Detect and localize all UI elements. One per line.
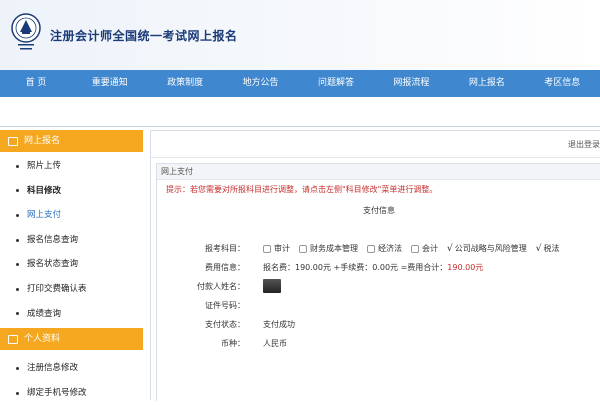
profile-card-icon — [8, 334, 18, 344]
sidebar-item-label: 成绩查询 — [27, 308, 62, 319]
nav-item-faq[interactable]: 问题解答 — [298, 70, 373, 97]
sidebar-header-label: 网上报名 — [24, 136, 61, 146]
nav-item-process[interactable]: 网报流程 — [374, 70, 449, 97]
sidebar-item-label: 网上支付 — [27, 210, 62, 221]
nav-item-notices[interactable]: 重要通知 — [72, 70, 147, 97]
checkmark-icon: √ — [535, 243, 542, 254]
subject-checkbox[interactable]: 经济法 — [367, 243, 402, 254]
subject-checkbox[interactable]: √ 税法 — [536, 243, 560, 254]
sidebar-item-print-receipt[interactable]: 打印交费确认表 — [0, 277, 143, 302]
subject-label: 会计 — [422, 244, 438, 253]
payer-row: 付款人姓名： — [157, 277, 600, 296]
checkbox-icon — [299, 244, 307, 253]
subjects-options: 审计 财务成本管理 经济法 会计 √ 公司战略与风险管理 √ 税法 — [263, 243, 569, 254]
sidebar-header-profile[interactable]: 个人资料 — [0, 328, 143, 351]
payer-label: 付款人姓名： — [197, 282, 245, 291]
sidebar-item-photo-upload[interactable]: 照片上传 — [0, 154, 143, 179]
currency-value: 人民币 — [263, 339, 287, 348]
logout-link[interactable]: 退出登录 — [568, 139, 600, 150]
subject-checkbox[interactable]: √ 公司战略与风险管理 — [447, 243, 527, 254]
currency-label: 币种： — [221, 339, 245, 348]
tip-message: 提示：若您需要对所报科目进行调整，请点击左侧"科目修改"菜单进行调整。 — [166, 185, 438, 194]
sidebar: 网上报名 照片上传 科目修改 网上支付 报名信息查询 报名状态查询 打印交费确认… — [0, 130, 143, 400]
fee-total: 190.00元 — [447, 263, 484, 272]
fee-row: 费用信息： 报名费：190.00元 +手续费：0.00元 =费用合计： 190.… — [157, 258, 600, 277]
sidebar-item-label: 打印交费确认表 — [27, 283, 87, 294]
nav-item-local-announcements[interactable]: 地方公告 — [223, 70, 298, 97]
sidebar-item-label: 绑定手机号修改 — [27, 387, 87, 398]
subject-checkbox[interactable]: 审计 — [263, 243, 290, 254]
sidebar-header-registration[interactable]: 网上报名 — [0, 130, 143, 152]
subjects-row: 报考科目： 审计 财务成本管理 经济法 会计 √ 公司战略与风险管理 √ 税法 — [157, 239, 600, 258]
subject-label: 税法 — [543, 244, 560, 253]
payment-info-title: 支付信息 — [363, 206, 395, 215]
sidebar-item-label: 照片上传 — [27, 161, 62, 171]
subject-label: 经济法 — [378, 244, 402, 253]
sidebar-item-online-payment[interactable]: 网上支付 — [0, 203, 143, 228]
status-row: 支付状态： 支付成功 — [157, 315, 600, 334]
nav-item-exam-area[interactable]: 考区信息 — [525, 70, 600, 97]
subject-checkbox[interactable]: 会计 — [411, 243, 438, 254]
fee-value: 报名费：190.00元 +手续费：0.00元 =费用合计： 190.00元 — [263, 262, 483, 273]
bullet-icon — [16, 189, 19, 193]
bullet-icon — [16, 391, 19, 395]
payer-value — [263, 279, 281, 293]
nav-item-policies[interactable]: 政策制度 — [147, 70, 222, 97]
sidebar-item-score-query[interactable]: 成绩查询 — [0, 302, 143, 327]
currency-row: 币种： 人民币 — [157, 334, 600, 353]
checkbox-icon — [411, 244, 419, 253]
sidebar-item-subject-modify[interactable]: 科目修改 — [0, 179, 143, 204]
main-topbar: 退出登录 — [151, 131, 600, 158]
subject-checkbox[interactable]: 财务成本管理 — [299, 243, 358, 254]
payment-panel: 网上支付 提示：若您需要对所报科目进行调整，请点击左侧"科目修改"菜单进行调整。… — [156, 163, 600, 401]
blank-strip — [0, 97, 600, 127]
sidebar-item-label: 注册信息修改 — [27, 363, 79, 374]
nav-item-online-registration[interactable]: 网上报名 — [449, 70, 524, 97]
bullet-icon — [16, 213, 19, 217]
bullet-icon — [16, 312, 19, 316]
status-label: 支付状态： — [205, 320, 245, 329]
bullet-icon — [16, 238, 19, 242]
subjects-label: 报考科目： — [205, 244, 245, 253]
bullet-icon — [16, 164, 19, 168]
subject-label: 审计 — [274, 244, 290, 253]
panel-title: 网上支付 — [157, 164, 600, 180]
sidebar-item-label: 报名信息查询 — [27, 234, 79, 245]
sidebar-item-status-query[interactable]: 报名状态查询 — [0, 252, 143, 277]
subject-label: 公司战略与风险管理 — [454, 244, 527, 253]
sidebar-header-label: 个人资料 — [24, 334, 61, 345]
fee-breakdown: 报名费：190.00元 +手续费：0.00元 =费用合计： — [263, 263, 448, 272]
payment-info-rows: 报考科目： 审计 财务成本管理 经济法 会计 √ 公司战略与风险管理 √ 税法 费用信息： 报… — [157, 239, 600, 353]
redacted-name-image — [263, 279, 281, 293]
bullet-icon — [16, 287, 19, 291]
status-value: 支付成功 — [263, 320, 295, 329]
nav-item-home[interactable]: 首 页 — [0, 70, 72, 97]
subject-label: 财务成本管理 — [310, 244, 358, 253]
bullet-icon — [16, 366, 19, 370]
checkbox-icon — [367, 244, 375, 253]
bullet-icon — [16, 263, 19, 267]
sidebar-item-label: 报名状态查询 — [27, 259, 79, 270]
sidebar-item-edit-phone[interactable]: 绑定手机号修改 — [0, 381, 143, 405]
checkmark-icon: √ — [447, 243, 453, 254]
sidebar-item-edit-registration[interactable]: 注册信息修改 — [0, 356, 143, 381]
monitor-icon — [8, 136, 18, 146]
cicpa-logo-icon — [11, 13, 41, 50]
sidebar-item-registration-query[interactable]: 报名信息查询 — [0, 228, 143, 253]
site-title: 注册会计师全国统一考试网上报名 — [50, 29, 238, 43]
main-nav: 首 页 重要通知 政策制度 地方公告 问题解答 网报流程 网上报名 考区信息 — [0, 70, 600, 97]
id-label: 证件号码： — [205, 301, 245, 310]
sidebar-item-label: 科目修改 — [27, 185, 62, 196]
main-content: 退出登录 网上支付 提示：若您需要对所报科目进行调整，请点击左侧"科目修改"菜单… — [150, 130, 600, 401]
id-row: 证件号码： — [157, 296, 600, 315]
site-header: 注册会计师全国统一考试网上报名 — [0, 0, 600, 70]
checkbox-icon — [263, 244, 271, 253]
fee-label: 费用信息： — [205, 263, 245, 272]
